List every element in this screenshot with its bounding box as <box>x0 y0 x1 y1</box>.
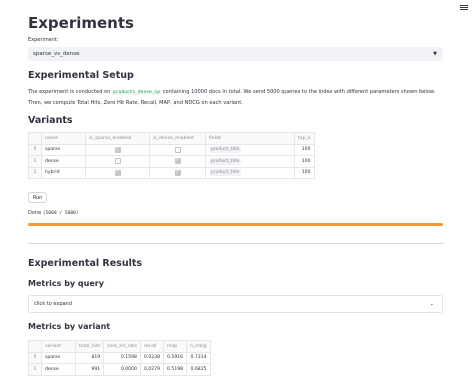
fields-cell[interactable]: product_title <box>205 166 295 179</box>
experiment-label: Experiment: <box>28 37 59 43</box>
experiment-select-value: sparse_vs_dense <box>33 51 80 57</box>
field-tag: product_title <box>209 169 242 177</box>
top-k-cell[interactable]: 100 <box>294 166 315 179</box>
fields-cell[interactable]: product_title <box>205 143 295 156</box>
progress-status: Done (5000 / 5000) <box>28 210 79 216</box>
row-index: 1 <box>28 363 42 376</box>
table-row: 1dense product_title 100 <box>28 155 315 168</box>
hamburger-menu-icon[interactable] <box>460 4 468 12</box>
name-cell[interactable]: hybrid <box>41 166 86 179</box>
checkbox[interactable] <box>114 146 121 153</box>
variants-table[interactable]: name is_sparse_enabled is_dense_enabled fie… <box>28 132 315 179</box>
menu-line <box>460 5 468 6</box>
name-cell[interactable]: sparse <box>41 143 86 156</box>
table-row: 0sparse product_title 100 <box>28 143 315 156</box>
column-header[interactable] <box>28 340 42 353</box>
table-row: 1 dense 991 0.0000 0.0279 0.5198 0.6825 <box>28 363 211 376</box>
row-index: 0 <box>28 143 42 156</box>
variants-heading: Variants <box>28 115 73 126</box>
dense-checkbox-cell[interactable] <box>149 143 206 156</box>
column-header[interactable]: is_sparse_enabled <box>85 132 150 145</box>
total-hits-cell[interactable]: 819 <box>74 351 105 364</box>
metrics-by-query-heading: Metrics by query <box>28 279 104 288</box>
table-row: 2hybrid product_title 100 <box>28 166 315 179</box>
n-ndcg-cell[interactable]: 0.6825 <box>186 363 211 376</box>
setup-description: The experiment is conducted on products_… <box>28 87 444 109</box>
results-heading: Experimental Results <box>28 258 143 269</box>
zero-hit-rate-cell[interactable]: 0.0000 <box>103 363 141 376</box>
dense-checkbox-cell[interactable] <box>149 155 206 168</box>
page-title: Experiments <box>28 14 134 32</box>
menu-line <box>460 9 468 10</box>
chevron-down-icon: ⌄ <box>429 301 434 307</box>
divider <box>28 243 444 244</box>
row-index: 1 <box>28 155 42 168</box>
recall-cell[interactable]: 0.0279 <box>139 363 165 376</box>
column-header[interactable]: n_ndcg <box>186 340 211 353</box>
sparse-checkbox-cell[interactable] <box>85 166 150 179</box>
progress-status-label: Done <box>28 210 42 216</box>
map-cell[interactable]: 0.5198 <box>163 363 188 376</box>
field-tag: product_title <box>209 146 242 154</box>
progress-count: (5000 / 5000) <box>42 211 79 216</box>
row-index: 0 <box>28 351 42 364</box>
column-header[interactable]: map <box>163 340 188 353</box>
column-header[interactable]: recall <box>139 340 165 353</box>
checkbox[interactable] <box>174 157 181 164</box>
row-index: 2 <box>28 166 42 179</box>
name-cell[interactable]: dense <box>41 155 86 168</box>
checkbox[interactable] <box>114 158 121 164</box>
sparse-checkbox-cell[interactable] <box>85 155 150 168</box>
menu-line <box>460 7 468 8</box>
column-header[interactable]: variant <box>41 340 76 353</box>
n-ndcg-cell[interactable]: 0.7314 <box>186 351 211 364</box>
field-tag: product_title <box>209 157 242 165</box>
progress-bar-fill <box>28 223 443 226</box>
index-name-code: products_dense_ip <box>112 90 162 95</box>
column-header[interactable]: zero_hit_rate <box>103 340 141 353</box>
dense-checkbox-cell[interactable] <box>149 166 206 179</box>
column-header[interactable]: fields <box>205 132 295 145</box>
recall-cell[interactable]: 0.0238 <box>139 351 165 364</box>
run-button[interactable]: Run <box>28 192 47 203</box>
total-hits-cell[interactable]: 991 <box>74 363 105 376</box>
metrics-table[interactable]: variant total_hits zero_hit_rate recall map n… <box>28 340 211 376</box>
table-row: 0 sparse 819 0.1598 0.0238 0.5916 0.7314 <box>28 351 211 364</box>
metrics-by-variant-heading: Metrics by variant <box>28 322 111 331</box>
column-header[interactable]: top_k <box>294 132 315 145</box>
checkbox[interactable] <box>174 146 181 153</box>
checkbox[interactable] <box>174 169 181 176</box>
metrics-header-row: variant total_hits zero_hit_rate recall map n… <box>28 340 211 353</box>
column-header[interactable]: total_hits <box>74 340 105 353</box>
variants-header-row: name is_sparse_enabled is_dense_enabled fie… <box>28 132 315 145</box>
metrics-by-query-expander[interactable]: click to expand ⌄ <box>28 295 443 313</box>
top-k-cell[interactable]: 100 <box>294 155 315 168</box>
column-header[interactable]: name <box>41 132 86 145</box>
column-header[interactable]: is_dense_enabled <box>149 132 206 145</box>
map-cell[interactable]: 0.5916 <box>163 351 188 364</box>
progress-bar <box>28 223 443 226</box>
checkbox[interactable] <box>114 169 121 176</box>
expander-label: click to expand <box>34 301 72 307</box>
column-header[interactable] <box>28 132 42 145</box>
chevron-down-icon: ▼ <box>433 51 437 57</box>
experiment-select[interactable]: sparse_vs_dense ▼ <box>28 47 443 61</box>
sparse-checkbox-cell[interactable] <box>85 143 150 156</box>
setup-text-before: The experiment is conducted on <box>28 89 113 95</box>
variant-cell[interactable]: dense <box>41 363 76 376</box>
variant-cell[interactable]: sparse <box>41 351 76 364</box>
top-k-cell[interactable]: 100 <box>294 143 315 156</box>
fields-cell[interactable]: product_title <box>205 155 295 168</box>
setup-heading: Experimental Setup <box>28 70 134 81</box>
zero-hit-rate-cell[interactable]: 0.1598 <box>103 351 141 364</box>
